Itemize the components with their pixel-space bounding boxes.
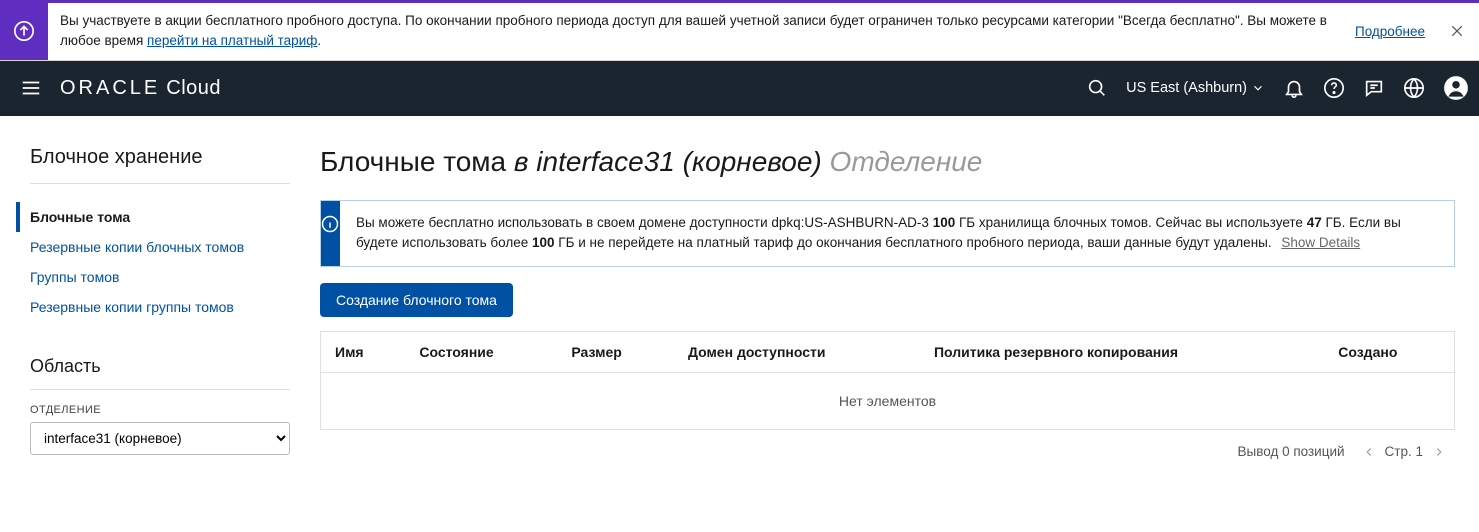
col-created[interactable]: Создано — [1324, 332, 1454, 373]
footer-summary: Вывод 0 позиций — [1238, 444, 1345, 459]
sidebar: Блочное хранение Блочные тома Резервные … — [30, 146, 290, 460]
sidebar-item-volume-backups[interactable]: Резервные копии блочных томов — [30, 232, 290, 262]
sidebar-item-group-backups[interactable]: Резервные копии группы томов — [30, 292, 290, 322]
compartment-label: ОТДЕЛЕНИЕ — [30, 404, 290, 416]
col-state[interactable]: Состояние — [405, 332, 557, 373]
info-icon — [321, 201, 340, 267]
topbar: ORACLE Cloud US East (Ashburn) — [0, 61, 1479, 116]
chevron-down-icon — [1251, 81, 1265, 95]
volumes-table: Имя Состояние Размер Домен доступности П… — [320, 331, 1455, 430]
title-suffix: Отделение — [830, 146, 983, 177]
brand-oracle: ORACLE — [60, 77, 160, 100]
region-selector[interactable]: US East (Ashburn) — [1126, 80, 1265, 96]
upgrade-link[interactable]: перейти на платный тариф — [147, 33, 317, 48]
chat-icon[interactable] — [1363, 77, 1385, 99]
scope-title: Область — [30, 356, 290, 390]
title-context: interface31 (корневое) — [536, 146, 821, 177]
brand-cloud: Cloud — [166, 77, 221, 100]
col-name[interactable]: Имя — [321, 332, 406, 373]
prev-page-icon[interactable] — [1359, 445, 1379, 459]
page-label: Стр. 1 — [1385, 444, 1423, 459]
globe-icon[interactable] — [1403, 77, 1425, 99]
table-footer: Вывод 0 позиций Стр. 1 — [320, 430, 1455, 459]
title-resource: Блочные тома — [320, 146, 506, 177]
col-ad[interactable]: Домен доступности — [674, 332, 920, 373]
help-icon[interactable] — [1323, 77, 1345, 99]
user-avatar-icon[interactable] — [1443, 75, 1469, 101]
next-page-icon[interactable] — [1429, 445, 1449, 459]
col-size[interactable]: Размер — [557, 332, 674, 373]
main-content: Блочные тома в interface31 (корневое) От… — [320, 146, 1455, 460]
info-banner: Вы можете бесплатно использовать в своем… — [320, 200, 1455, 268]
pager: Стр. 1 — [1359, 444, 1449, 459]
info-text: Вы можете бесплатно использовать в своем… — [340, 201, 1454, 267]
notifications-icon[interactable] — [1283, 77, 1305, 99]
page-title: Блочные тома в interface31 (корневое) От… — [320, 146, 1455, 178]
region-label: US East (Ashburn) — [1126, 80, 1247, 96]
sidebar-title: Блочное хранение — [30, 146, 290, 184]
trial-message-part2: . — [317, 33, 321, 48]
upgrade-icon — [0, 3, 48, 60]
empty-state: Нет элементов — [321, 373, 1455, 430]
sidebar-item-block-volumes[interactable]: Блочные тома — [16, 202, 290, 232]
title-in: в — [514, 146, 529, 177]
col-backup-policy[interactable]: Политика резервного копирования — [920, 332, 1324, 373]
show-details-link[interactable]: Show Details — [1281, 235, 1360, 250]
create-volume-button[interactable]: Создание блочного тома — [320, 283, 513, 317]
trial-text: Вы участвуете в акции бесплатного пробно… — [48, 3, 1345, 60]
close-icon[interactable] — [1435, 23, 1479, 39]
learn-more-link[interactable]: Подробнее — [1345, 24, 1435, 39]
menu-icon[interactable] — [10, 69, 52, 107]
brand[interactable]: ORACLE Cloud — [60, 77, 221, 100]
search-icon[interactable] — [1086, 77, 1108, 99]
sidebar-item-volume-groups[interactable]: Группы томов — [30, 262, 290, 292]
trial-banner: Вы участвуете в акции бесплатного пробно… — [0, 0, 1479, 61]
compartment-select[interactable]: interface31 (корневое) — [30, 422, 290, 455]
